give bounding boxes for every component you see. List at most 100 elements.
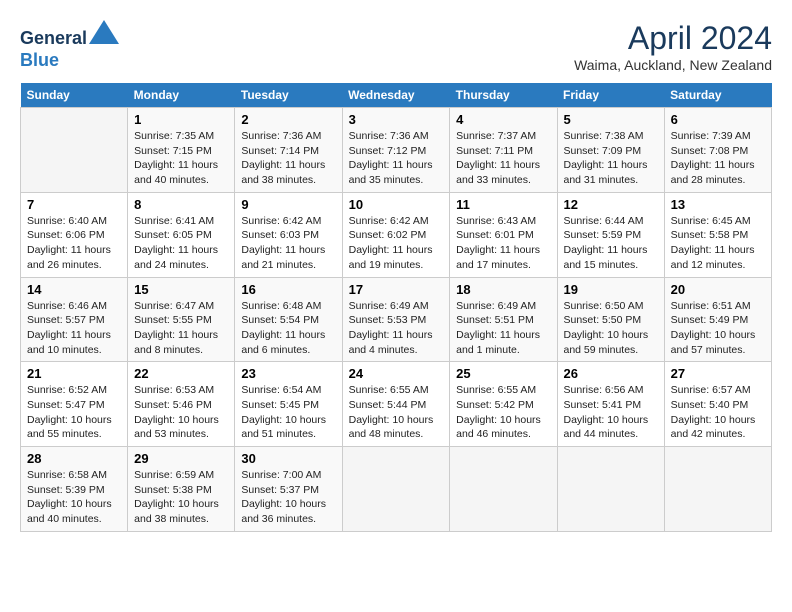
day-number: 19 <box>564 282 658 297</box>
day-number: 29 <box>134 451 228 466</box>
weekday-header-monday: Monday <box>128 83 235 108</box>
day-info: Sunrise: 7:36 AM Sunset: 7:12 PM Dayligh… <box>349 129 444 188</box>
calendar-cell: 10 Sunrise: 6:42 AM Sunset: 6:02 PM Dayli… <box>342 192 450 277</box>
calendar-cell: 11 Sunrise: 6:43 AM Sunset: 6:01 PM Dayli… <box>450 192 557 277</box>
calendar-cell: 6Sunrise: 7:39 AM Sunset: 7:08 PM Daylig… <box>664 108 771 193</box>
day-info: Sunrise: 6:44 AM Sunset: 5:59 PM Dayligh… <box>564 214 658 273</box>
calendar-cell: 7 Sunrise: 6:40 AM Sunset: 6:06 PM Daylig… <box>21 192 128 277</box>
calendar-cell: 19 Sunrise: 6:50 AM Sunset: 5:50 PM Dayli… <box>557 277 664 362</box>
calendar-cell: 12 Sunrise: 6:44 AM Sunset: 5:59 PM Dayli… <box>557 192 664 277</box>
calendar-body: 1 Sunrise: 7:35 AM Sunset: 7:15 PM Daylig… <box>21 108 772 532</box>
day-info: Sunrise: 6:50 AM Sunset: 5:50 PM Dayligh… <box>564 299 658 358</box>
calendar-cell <box>450 447 557 532</box>
calendar-cell: 9 Sunrise: 6:42 AM Sunset: 6:03 PM Daylig… <box>235 192 342 277</box>
calendar-cell <box>664 447 771 532</box>
logo-blue: Blue <box>20 50 59 70</box>
day-number: 28 <box>27 451 121 466</box>
day-number: 10 <box>349 197 444 212</box>
location-subtitle: Waima, Auckland, New Zealand <box>574 57 772 73</box>
day-info: Sunrise: 6:43 AM Sunset: 6:01 PM Dayligh… <box>456 214 550 273</box>
calendar-cell <box>21 108 128 193</box>
day-number: 3 <box>349 112 444 127</box>
day-number: 2 <box>241 112 335 127</box>
calendar-cell: 24Sunrise: 6:55 AM Sunset: 5:44 PM Dayli… <box>342 362 450 447</box>
calendar-cell: 5Sunrise: 7:38 AM Sunset: 7:09 PM Daylig… <box>557 108 664 193</box>
calendar-week-2: 7 Sunrise: 6:40 AM Sunset: 6:06 PM Daylig… <box>21 192 772 277</box>
calendar-cell: 20Sunrise: 6:51 AM Sunset: 5:49 PM Dayli… <box>664 277 771 362</box>
month-title: April 2024 <box>574 20 772 57</box>
day-number: 25 <box>456 366 550 381</box>
day-info: Sunrise: 6:52 AM Sunset: 5:47 PM Dayligh… <box>27 383 121 442</box>
day-info: Sunrise: 6:54 AM Sunset: 5:45 PM Dayligh… <box>241 383 335 442</box>
calendar-week-3: 14 Sunrise: 6:46 AM Sunset: 5:57 PM Dayli… <box>21 277 772 362</box>
calendar-cell: 28 Sunrise: 6:58 AM Sunset: 5:39 PM Dayli… <box>21 447 128 532</box>
weekday-header-thursday: Thursday <box>450 83 557 108</box>
weekday-header-friday: Friday <box>557 83 664 108</box>
day-info: Sunrise: 6:59 AM Sunset: 5:38 PM Dayligh… <box>134 468 228 527</box>
day-info: Sunrise: 7:39 AM Sunset: 7:08 PM Dayligh… <box>671 129 765 188</box>
day-number: 23 <box>241 366 335 381</box>
calendar-cell: 15 Sunrise: 6:47 AM Sunset: 5:55 PM Dayli… <box>128 277 235 362</box>
calendar-cell: 25Sunrise: 6:55 AM Sunset: 5:42 PM Dayli… <box>450 362 557 447</box>
day-number: 12 <box>564 197 658 212</box>
day-info: Sunrise: 7:35 AM Sunset: 7:15 PM Dayligh… <box>134 129 228 188</box>
day-info: Sunrise: 7:00 AM Sunset: 5:37 PM Dayligh… <box>241 468 335 527</box>
calendar-cell: 14 Sunrise: 6:46 AM Sunset: 5:57 PM Dayli… <box>21 277 128 362</box>
day-info: Sunrise: 7:38 AM Sunset: 7:09 PM Dayligh… <box>564 129 658 188</box>
calendar-cell: 26 Sunrise: 6:56 AM Sunset: 5:41 PM Dayli… <box>557 362 664 447</box>
logo-text: GeneralBlue <box>20 20 119 71</box>
calendar-cell: 17 Sunrise: 6:49 AM Sunset: 5:53 PM Dayli… <box>342 277 450 362</box>
day-info: Sunrise: 6:42 AM Sunset: 6:03 PM Dayligh… <box>241 214 335 273</box>
day-number: 21 <box>27 366 121 381</box>
day-number: 18 <box>456 282 550 297</box>
title-block: April 2024 Waima, Auckland, New Zealand <box>574 20 772 73</box>
calendar-table: SundayMondayTuesdayWednesdayThursdayFrid… <box>20 83 772 532</box>
calendar-cell: 3 Sunrise: 7:36 AM Sunset: 7:12 PM Daylig… <box>342 108 450 193</box>
day-number: 24 <box>349 366 444 381</box>
calendar-week-5: 28 Sunrise: 6:58 AM Sunset: 5:39 PM Dayli… <box>21 447 772 532</box>
calendar-cell: 30 Sunrise: 7:00 AM Sunset: 5:37 PM Dayli… <box>235 447 342 532</box>
day-info: Sunrise: 6:40 AM Sunset: 6:06 PM Dayligh… <box>27 214 121 273</box>
calendar-cell: 27 Sunrise: 6:57 AM Sunset: 5:40 PM Dayli… <box>664 362 771 447</box>
day-info: Sunrise: 6:45 AM Sunset: 5:58 PM Dayligh… <box>671 214 765 273</box>
day-info: Sunrise: 6:42 AM Sunset: 6:02 PM Dayligh… <box>349 214 444 273</box>
day-number: 11 <box>456 197 550 212</box>
calendar-cell: 2Sunrise: 7:36 AM Sunset: 7:14 PM Daylig… <box>235 108 342 193</box>
day-info: Sunrise: 6:57 AM Sunset: 5:40 PM Dayligh… <box>671 383 765 442</box>
calendar-cell: 8Sunrise: 6:41 AM Sunset: 6:05 PM Daylig… <box>128 192 235 277</box>
day-number: 26 <box>564 366 658 381</box>
calendar-cell: 4Sunrise: 7:37 AM Sunset: 7:11 PM Daylig… <box>450 108 557 193</box>
day-number: 13 <box>671 197 765 212</box>
weekday-header-wednesday: Wednesday <box>342 83 450 108</box>
day-number: 7 <box>27 197 121 212</box>
day-info: Sunrise: 6:56 AM Sunset: 5:41 PM Dayligh… <box>564 383 658 442</box>
day-info: Sunrise: 6:49 AM Sunset: 5:53 PM Dayligh… <box>349 299 444 358</box>
day-number: 14 <box>27 282 121 297</box>
day-number: 4 <box>456 112 550 127</box>
weekday-header-saturday: Saturday <box>664 83 771 108</box>
day-number: 27 <box>671 366 765 381</box>
day-number: 9 <box>241 197 335 212</box>
page-header: GeneralBlue April 2024 Waima, Auckland, … <box>20 20 772 73</box>
day-number: 17 <box>349 282 444 297</box>
day-info: Sunrise: 6:58 AM Sunset: 5:39 PM Dayligh… <box>27 468 121 527</box>
day-info: Sunrise: 6:49 AM Sunset: 5:51 PM Dayligh… <box>456 299 550 358</box>
day-number: 1 <box>134 112 228 127</box>
calendar-cell: 18 Sunrise: 6:49 AM Sunset: 5:51 PM Dayli… <box>450 277 557 362</box>
calendar-cell: 21 Sunrise: 6:52 AM Sunset: 5:47 PM Dayli… <box>21 362 128 447</box>
calendar-cell: 22Sunrise: 6:53 AM Sunset: 5:46 PM Dayli… <box>128 362 235 447</box>
day-info: Sunrise: 6:46 AM Sunset: 5:57 PM Dayligh… <box>27 299 121 358</box>
day-number: 15 <box>134 282 228 297</box>
day-number: 30 <box>241 451 335 466</box>
weekday-header-tuesday: Tuesday <box>235 83 342 108</box>
weekday-header-row: SundayMondayTuesdayWednesdayThursdayFrid… <box>21 83 772 108</box>
calendar-cell <box>557 447 664 532</box>
calendar-cell: 29 Sunrise: 6:59 AM Sunset: 5:38 PM Dayli… <box>128 447 235 532</box>
day-info: Sunrise: 6:47 AM Sunset: 5:55 PM Dayligh… <box>134 299 228 358</box>
calendar-cell: 16Sunrise: 6:48 AM Sunset: 5:54 PM Dayli… <box>235 277 342 362</box>
calendar-cell: 23 Sunrise: 6:54 AM Sunset: 5:45 PM Dayli… <box>235 362 342 447</box>
calendar-week-4: 21 Sunrise: 6:52 AM Sunset: 5:47 PM Dayli… <box>21 362 772 447</box>
calendar-cell: 1 Sunrise: 7:35 AM Sunset: 7:15 PM Daylig… <box>128 108 235 193</box>
weekday-header-sunday: Sunday <box>21 83 128 108</box>
day-number: 16 <box>241 282 335 297</box>
